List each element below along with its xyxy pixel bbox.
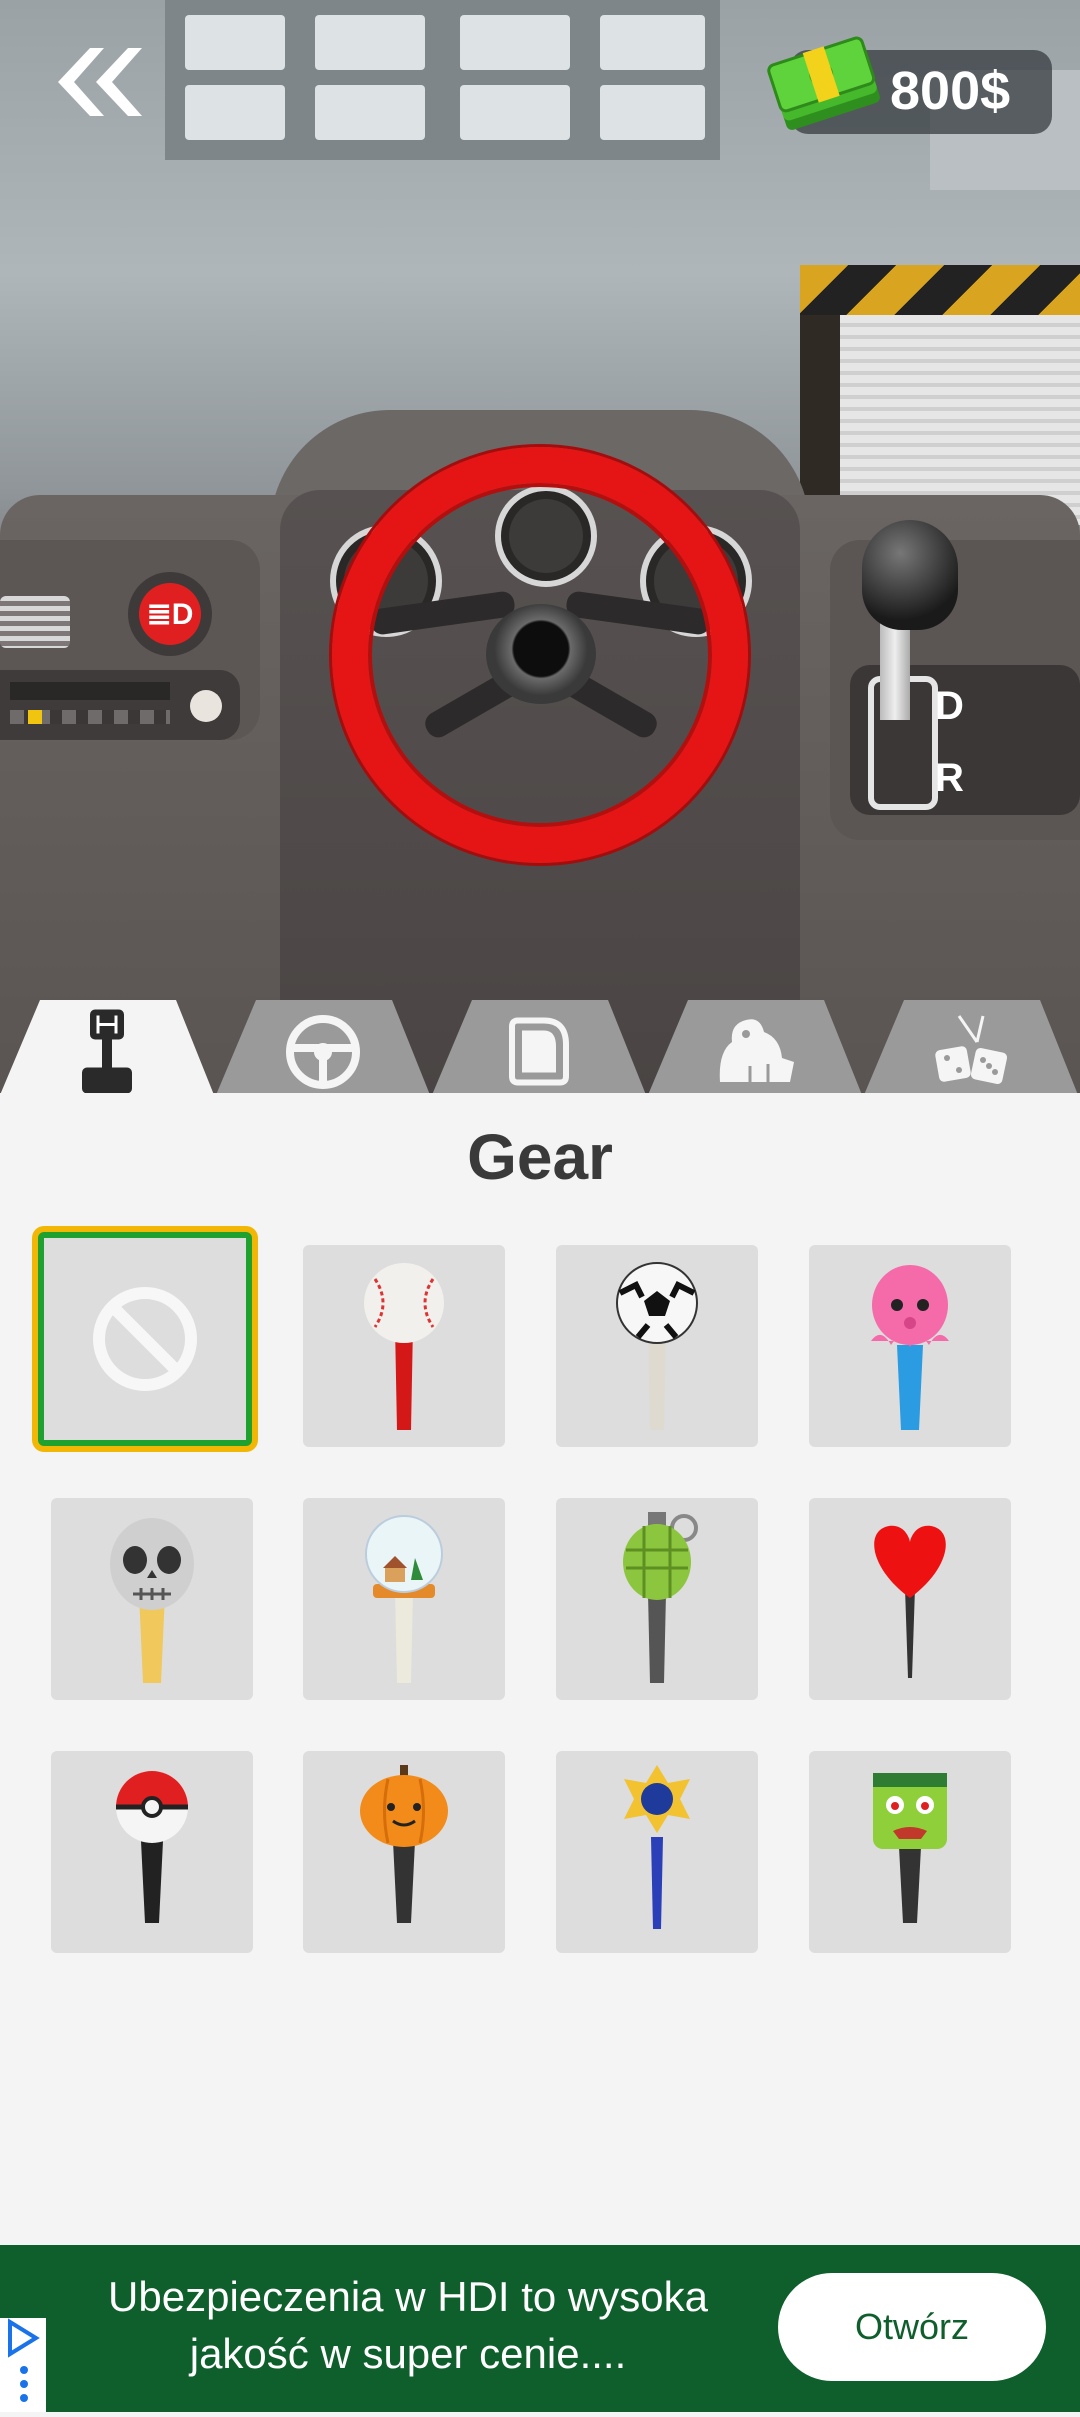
air-vent-left <box>0 596 70 648</box>
car-radio <box>0 670 240 740</box>
item-none[interactable] <box>38 1232 252 1446</box>
item-pokeball-knob[interactable] <box>51 1751 253 1953</box>
dice-icon <box>935 1014 1008 1084</box>
item-scepter-knob[interactable] <box>556 1751 758 1953</box>
pumpkin-knob-icon <box>360 1765 448 1923</box>
tab-hood-ornament[interactable] <box>648 1000 862 1095</box>
panel-title: Gear <box>467 1121 613 1193</box>
ad-open-button[interactable]: Otwórz <box>778 2273 1046 2381</box>
ad-text-line2: jakość w super cenie.... <box>189 2330 627 2377</box>
double-chevron-left-icon <box>58 48 142 116</box>
seat-icon <box>509 1017 569 1085</box>
zombie-knob-icon <box>873 1773 947 1923</box>
hazard-stripes <box>800 265 1080 315</box>
gear-label-r: R <box>935 756 964 800</box>
back-button[interactable] <box>48 42 158 132</box>
gear-label-d: D <box>935 684 964 728</box>
skull-knob-icon <box>110 1518 194 1683</box>
lion-icon <box>719 1018 794 1082</box>
pokeball-knob-icon <box>116 1771 188 1923</box>
headlight-icon: ≣D <box>139 583 201 645</box>
none-icon <box>93 1287 197 1391</box>
ad-text: Ubezpieczenia w HDI to wysoka jakość w s… <box>68 2268 748 2382</box>
item-pumpkin-knob[interactable] <box>303 1751 505 1953</box>
tab-seat[interactable] <box>432 1000 646 1095</box>
item-zombie-knob[interactable] <box>809 1751 1011 1953</box>
garage-window <box>165 0 720 160</box>
soccer-ball-knob-icon <box>616 1262 698 1430</box>
money-amount: 800$ <box>890 61 1011 121</box>
tab-steering-wheel[interactable] <box>216 1000 430 1095</box>
baseball-knob-icon <box>364 1263 444 1430</box>
ad-choices-badge[interactable] <box>0 2318 46 2412</box>
item-skull-knob[interactable] <box>51 1498 253 1700</box>
item-soccer-ball-knob[interactable] <box>556 1245 758 1447</box>
scepter-knob-icon <box>624 1765 690 1929</box>
car-interior-scene: ≣D D R 800$ <box>0 0 1080 1095</box>
tab-hanging-decor[interactable] <box>864 1000 1078 1095</box>
item-baseball-knob[interactable] <box>303 1245 505 1447</box>
garage-shutter <box>840 315 1080 525</box>
headlight-button: ≣D <box>128 572 212 656</box>
octopus-knob-icon <box>871 1265 949 1430</box>
gear-shifter-icon <box>82 1009 132 1093</box>
item-heart-knob[interactable] <box>809 1498 1011 1700</box>
heart-knob-icon <box>874 1525 946 1678</box>
radio-knob <box>190 690 222 722</box>
item-grenade-knob[interactable] <box>556 1498 758 1700</box>
item-snow-globe-knob[interactable] <box>303 1498 505 1700</box>
steering-wheel-icon <box>286 1014 360 1089</box>
ad-text-line1: Ubezpieczenia w HDI to wysoka <box>108 2273 708 2320</box>
ad-choices-icon <box>8 2318 40 2402</box>
tab-gear[interactable] <box>0 1000 214 1095</box>
snow-globe-knob-icon <box>365 1515 443 1683</box>
item-octopus-knob[interactable] <box>809 1245 1011 1447</box>
gear-knob <box>862 520 958 630</box>
steering-wheel <box>332 447 748 863</box>
grenade-knob-icon <box>623 1512 698 1683</box>
cash-stack-icon <box>765 30 883 136</box>
